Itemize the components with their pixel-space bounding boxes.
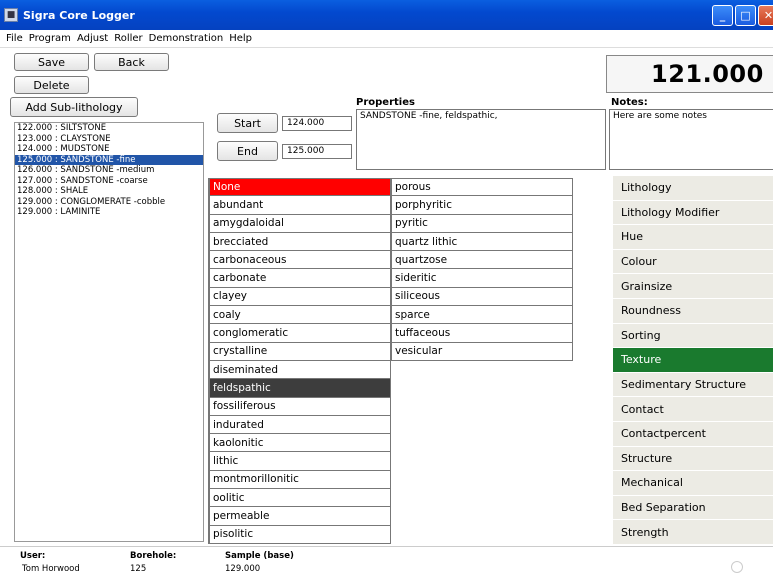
term-list-2: porous porphyritic pyritic quartz lithic…: [391, 178, 573, 361]
notes-label: Notes:: [611, 97, 648, 108]
category-structure[interactable]: Structure: [613, 446, 773, 472]
term-item[interactable]: kaolonitic: [209, 434, 391, 453]
list-item[interactable]: 129.000 : CONGLOMERATE -cobble: [15, 197, 203, 208]
term-item[interactable]: vesicular: [391, 342, 573, 361]
term-item[interactable]: crystalline: [209, 342, 391, 361]
term-item[interactable]: porphyritic: [391, 196, 573, 215]
term-item[interactable]: clayey: [209, 287, 391, 307]
save-button[interactable]: Save: [14, 53, 89, 71]
term-item[interactable]: siliceous: [391, 287, 573, 307]
category-lithology[interactable]: Lithology: [613, 176, 773, 201]
borehole-label: Borehole:: [130, 551, 177, 561]
term-item[interactable]: sparce: [391, 306, 573, 325]
category-colour[interactable]: Colour: [613, 249, 773, 275]
term-none[interactable]: None: [209, 178, 391, 197]
term-item[interactable]: indurated: [209, 415, 391, 435]
category-sedimentary-structure[interactable]: Sedimentary Structure: [613, 372, 773, 398]
term-item[interactable]: permeable: [209, 507, 391, 526]
start-field[interactable]: 124.000: [282, 116, 352, 131]
menu-adjust[interactable]: Adjust: [74, 33, 111, 44]
status-bar: User: Tom Horwood Borehole: 125 Sample (…: [0, 546, 773, 578]
menu-bar: File Program Adjust Roller Demonstration…: [0, 30, 773, 48]
list-item[interactable]: 127.000 : SANDSTONE -coarse: [15, 176, 203, 187]
term-item[interactable]: pisolitic: [209, 525, 391, 544]
term-item[interactable]: tuffaceous: [391, 324, 573, 343]
term-item[interactable]: abundant: [209, 196, 391, 215]
interval-list[interactable]: 122.000 : SILTSTONE 123.000 : CLAYSTONE …: [14, 122, 204, 542]
busy-indicator-icon: [731, 561, 743, 573]
close-button[interactable]: ✕: [758, 5, 773, 26]
term-item[interactable]: amygdaloidal: [209, 214, 391, 233]
list-item[interactable]: 122.000 : SILTSTONE: [15, 123, 203, 134]
sample-label: Sample (base): [225, 551, 294, 561]
term-item[interactable]: brecciated: [209, 232, 391, 252]
menu-help[interactable]: Help: [226, 33, 255, 44]
maximize-button[interactable]: □: [735, 5, 756, 26]
term-item[interactable]: conglomeratic: [209, 324, 391, 343]
term-item[interactable]: montmorillonitic: [209, 470, 391, 490]
user-value: Tom Horwood: [22, 564, 80, 574]
notes-field[interactable]: Here are some notes: [609, 109, 773, 170]
title-bar[interactable]: ■ Sigra Core Logger _ □ ✕: [0, 0, 773, 30]
term-item[interactable]: lithic: [209, 452, 391, 471]
menu-roller[interactable]: Roller: [111, 33, 145, 44]
category-grainsize[interactable]: Grainsize: [613, 274, 773, 299]
end-field[interactable]: 125.000: [282, 144, 352, 159]
start-button[interactable]: Start: [217, 113, 278, 133]
borehole-value: 125: [130, 564, 147, 574]
category-sorting[interactable]: Sorting: [613, 323, 773, 349]
term-item[interactable]: quartz lithic: [391, 232, 573, 252]
category-list: Lithology Lithology Modifier Hue Colour …: [613, 176, 773, 545]
category-strength[interactable]: Strength: [613, 520, 773, 545]
term-item[interactable]: diseminated: [209, 360, 391, 380]
term-item[interactable]: pyritic: [391, 214, 573, 233]
properties-field[interactable]: SANDSTONE -fine, feldspathic,: [356, 109, 606, 170]
minimize-button[interactable]: _: [712, 5, 733, 26]
term-item[interactable]: coaly: [209, 306, 391, 325]
category-mechanical[interactable]: Mechanical: [613, 471, 773, 496]
list-item[interactable]: 123.000 : CLAYSTONE: [15, 134, 203, 145]
category-lithology-modifier[interactable]: Lithology Modifier: [613, 200, 773, 226]
app-icon: ■: [4, 8, 18, 22]
term-item[interactable]: porous: [391, 178, 573, 197]
category-bed-separation[interactable]: Bed Separation: [613, 495, 773, 521]
window-title: Sigra Core Logger: [23, 8, 135, 22]
sample-value: 129.000: [225, 564, 261, 574]
list-item-selected[interactable]: 125.000 : SANDSTONE -fine: [15, 154, 203, 165]
term-item[interactable]: carbonate: [209, 269, 391, 288]
end-button[interactable]: End: [217, 141, 278, 161]
term-item[interactable]: fossiliferous: [209, 397, 391, 416]
menu-program[interactable]: Program: [26, 33, 74, 44]
category-hue[interactable]: Hue: [613, 225, 773, 250]
term-item-selected[interactable]: feldspathic: [209, 379, 391, 398]
list-item[interactable]: 126.000 : SANDSTONE -medium: [15, 165, 203, 176]
category-contactpercent[interactable]: Contactpercent: [613, 421, 773, 447]
term-list-1: None abundant amygdaloidal brecciated ca…: [208, 178, 391, 544]
delete-button[interactable]: Delete: [14, 76, 89, 94]
category-texture[interactable]: Texture: [613, 348, 773, 373]
menu-file[interactable]: File: [3, 33, 26, 44]
add-sub-lithology-button[interactable]: Add Sub-lithology: [10, 97, 138, 117]
term-item[interactable]: quartzose: [391, 251, 573, 270]
term-item[interactable]: carbonaceous: [209, 251, 391, 270]
user-label: User:: [20, 551, 46, 561]
list-item[interactable]: 129.000 : LAMINITE: [15, 207, 203, 218]
back-button[interactable]: Back: [94, 53, 169, 71]
term-item[interactable]: sideritic: [391, 269, 573, 288]
list-item[interactable]: 128.000 : SHALE: [15, 186, 203, 197]
term-item[interactable]: oolitic: [209, 489, 391, 508]
category-roundness[interactable]: Roundness: [613, 298, 773, 324]
list-item[interactable]: 124.000 : MUDSTONE: [15, 144, 203, 155]
category-contact[interactable]: Contact: [613, 397, 773, 422]
properties-label: Properties: [356, 97, 415, 108]
menu-demonstration[interactable]: Demonstration: [146, 33, 227, 44]
depth-display: 121.000: [606, 55, 773, 93]
